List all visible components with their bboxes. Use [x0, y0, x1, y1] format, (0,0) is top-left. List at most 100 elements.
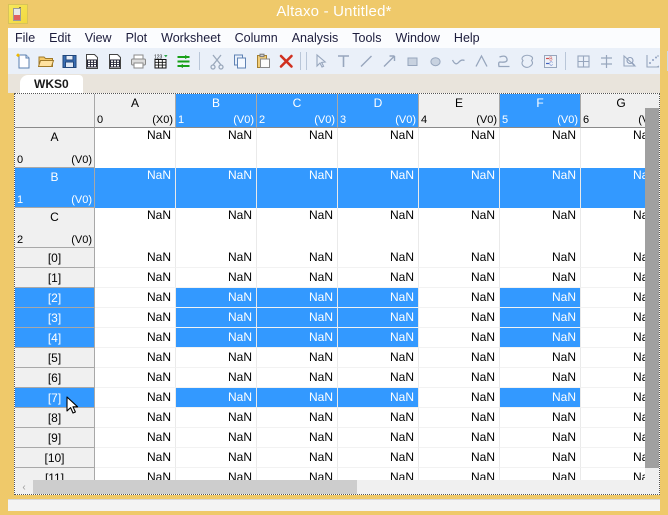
data-cell[interactable]: NaN	[419, 428, 500, 448]
data-cell[interactable]: NaN	[257, 368, 338, 388]
data-cell[interactable]: NaN	[419, 308, 500, 328]
data-cell[interactable]: NaN	[581, 408, 647, 428]
data-cell[interactable]: NaN	[500, 428, 581, 448]
data-cell[interactable]: NaN	[581, 368, 647, 388]
import-table-icon[interactable]	[81, 50, 103, 72]
menu-item-plot[interactable]: Plot	[119, 30, 155, 46]
property-cell[interactable]: NaN	[176, 128, 257, 168]
data-cell[interactable]: NaN	[257, 388, 338, 408]
data-cell[interactable]: NaN	[338, 308, 419, 328]
data-cell[interactable]: NaN	[500, 308, 581, 328]
data-cell[interactable]: NaN	[419, 328, 500, 348]
data-cell[interactable]: NaN	[500, 288, 581, 308]
data-cell[interactable]: NaN	[500, 448, 581, 468]
data-cell[interactable]: NaN	[95, 368, 176, 388]
data-cell[interactable]: NaN	[581, 428, 647, 448]
data-cell[interactable]: NaN	[581, 308, 647, 328]
delete-cross-icon[interactable]	[275, 50, 297, 72]
property-cell[interactable]: NaN	[581, 208, 647, 248]
data-cell[interactable]: NaN	[338, 388, 419, 408]
row-header-4[interactable]: [4]	[15, 328, 95, 348]
property-cell[interactable]: NaN	[257, 128, 338, 168]
property-cell[interactable]: NaN	[500, 208, 581, 248]
data-cell[interactable]: NaN	[419, 408, 500, 428]
menu-item-view[interactable]: View	[78, 30, 119, 46]
menu-item-worksheet[interactable]: Worksheet	[154, 30, 228, 46]
tab-wks0[interactable]: WKS0	[20, 75, 83, 93]
data-cell[interactable]: NaN	[581, 288, 647, 308]
data-cell[interactable]: NaN	[581, 448, 647, 468]
data-cell[interactable]: NaN	[500, 268, 581, 288]
grid-corner-cell[interactable]	[15, 94, 95, 128]
property-cell[interactable]: NaN	[581, 128, 647, 168]
data-cell[interactable]: NaN	[338, 328, 419, 348]
save-disk-icon[interactable]	[58, 50, 80, 72]
data-cell[interactable]: NaN	[176, 308, 257, 328]
data-cell[interactable]: NaN	[176, 288, 257, 308]
data-cell[interactable]: NaN	[257, 408, 338, 428]
data-cell[interactable]: NaN	[257, 348, 338, 368]
scroll-left-button[interactable]: ‹	[15, 480, 33, 494]
menu-item-window[interactable]: Window	[388, 30, 446, 46]
export-table-icon[interactable]	[104, 50, 126, 72]
data-cell[interactable]: NaN	[419, 288, 500, 308]
row-header-10[interactable]: [10]	[15, 448, 95, 468]
data-cell[interactable]: NaN	[338, 268, 419, 288]
print-icon[interactable]	[127, 50, 149, 72]
data-cell[interactable]: NaN	[500, 408, 581, 428]
data-cell[interactable]: NaN	[500, 328, 581, 348]
data-cell[interactable]: NaN	[500, 248, 581, 268]
data-cell[interactable]: NaN	[419, 268, 500, 288]
data-cell[interactable]: NaN	[176, 248, 257, 268]
column-header-c[interactable]: C 2 (V0)	[257, 94, 338, 128]
data-cell[interactable]: NaN	[95, 448, 176, 468]
data-cell[interactable]: NaN	[338, 248, 419, 268]
property-cell[interactable]: NaN	[500, 128, 581, 168]
data-cell[interactable]: NaN	[581, 248, 647, 268]
data-cell[interactable]: NaN	[95, 308, 176, 328]
data-cell[interactable]: NaN	[338, 368, 419, 388]
property-cell[interactable]: NaN	[95, 208, 176, 248]
property-row-header-b[interactable]: B 1 (V0)	[15, 168, 95, 208]
data-cell[interactable]: NaN	[176, 388, 257, 408]
property-cell[interactable]: NaN	[419, 208, 500, 248]
property-cell[interactable]: NaN	[95, 168, 176, 208]
vertical-scrollbar[interactable]	[645, 94, 659, 482]
data-cell[interactable]: NaN	[581, 388, 647, 408]
row-header-5[interactable]: [5]	[15, 348, 95, 368]
property-cell[interactable]: NaN	[95, 128, 176, 168]
data-cell[interactable]: NaN	[176, 408, 257, 428]
property-cell[interactable]: NaN	[257, 168, 338, 208]
data-cell[interactable]: NaN	[257, 328, 338, 348]
property-row-header-c[interactable]: C 2 (V0)	[15, 208, 95, 248]
data-cell[interactable]: NaN	[419, 248, 500, 268]
new-document-icon[interactable]	[12, 50, 34, 72]
property-cell[interactable]: NaN	[419, 168, 500, 208]
data-cell[interactable]: NaN	[257, 428, 338, 448]
property-cell[interactable]: NaN	[257, 208, 338, 248]
data-cell[interactable]: NaN	[581, 268, 647, 288]
data-cell[interactable]: NaN	[419, 348, 500, 368]
paste-clipboard-icon[interactable]	[252, 50, 274, 72]
menu-item-help[interactable]: Help	[447, 30, 487, 46]
menu-item-column[interactable]: Column	[228, 30, 285, 46]
data-cell[interactable]: NaN	[176, 428, 257, 448]
property-cell[interactable]: NaN	[338, 168, 419, 208]
data-cell[interactable]: NaN	[95, 388, 176, 408]
menu-item-analysis[interactable]: Analysis	[285, 30, 346, 46]
data-cell[interactable]: NaN	[95, 348, 176, 368]
data-cell[interactable]: NaN	[581, 348, 647, 368]
data-cell[interactable]: NaN	[338, 448, 419, 468]
data-cell[interactable]: NaN	[95, 248, 176, 268]
property-cell[interactable]: NaN	[581, 168, 647, 208]
data-cell[interactable]: NaN	[95, 288, 176, 308]
property-cell[interactable]: NaN	[338, 128, 419, 168]
data-cell[interactable]: NaN	[338, 288, 419, 308]
data-cell[interactable]: NaN	[338, 408, 419, 428]
row-header-1[interactable]: [1]	[15, 268, 95, 288]
property-cell[interactable]: NaN	[176, 208, 257, 248]
copy-icon[interactable]	[229, 50, 251, 72]
data-cell[interactable]: NaN	[176, 268, 257, 288]
column-header-f[interactable]: F 5 (V0)	[500, 94, 581, 128]
row-header-0[interactable]: [0]	[15, 248, 95, 268]
